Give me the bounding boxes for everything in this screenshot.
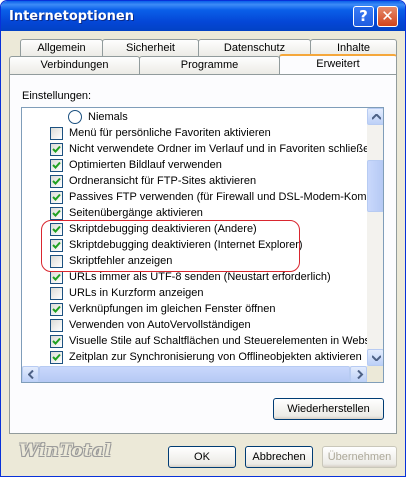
checkbox-label: URLs immer als UTF-8 senden (Neustart er…	[69, 271, 331, 283]
title-bar[interactable]: Internetoptionen ? ✕	[1, 1, 405, 31]
window-title: Internetoptionen	[9, 9, 134, 24]
scroll-down-button[interactable]	[367, 349, 383, 366]
checkbox[interactable]	[50, 223, 63, 236]
close-button[interactable]: ✕	[377, 6, 398, 27]
tab-erweitert[interactable]: Erweitert	[279, 54, 397, 74]
checkmark-icon	[52, 337, 61, 345]
checkmark-icon	[52, 161, 61, 169]
checkbox-label: Ordneransicht für FTP-Sites aktivieren	[69, 175, 257, 187]
checkbox-label: Skriptdebugging deaktivieren (Internet E…	[69, 239, 303, 251]
scroll-right-button[interactable]	[350, 366, 367, 382]
tab-verbindungen[interactable]: Verbindungen	[9, 56, 140, 74]
arrow-left-icon	[28, 370, 34, 379]
checkbox-label: Verwenden von AutoVervollständigen	[69, 319, 251, 331]
help-button[interactable]: ?	[353, 6, 374, 27]
checkbox[interactable]	[50, 303, 63, 316]
arrow-down-icon	[372, 355, 381, 361]
checkbox[interactable]	[50, 287, 63, 300]
checkbox-label: URLs in Kurzform anzeigen	[69, 287, 204, 299]
horizontal-scroll-thumb[interactable]	[39, 366, 350, 382]
vertical-scroll-thumb[interactable]	[367, 160, 383, 212]
checkbox[interactable]	[50, 239, 63, 252]
checkbox-label: Passives FTP verwenden (für Firewall und…	[69, 191, 384, 203]
checkbox-label: Seitenübergänge aktivieren	[69, 207, 203, 219]
checkmark-icon	[52, 305, 61, 313]
checkbox[interactable]	[50, 255, 63, 268]
checkmark-icon	[52, 273, 61, 281]
scroll-up-button[interactable]	[367, 108, 383, 125]
checkmark-icon	[52, 225, 61, 233]
arrow-right-icon	[357, 370, 364, 379]
checkbox-label: Zeitplan zur Synchronisierung von Offlin…	[69, 351, 362, 363]
checkbox[interactable]	[50, 335, 63, 348]
checkbox[interactable]	[50, 271, 63, 284]
checkmark-icon	[52, 177, 61, 185]
checkbox[interactable]	[50, 175, 63, 188]
tab-programme[interactable]: Programme	[139, 56, 280, 74]
vertical-scrollbar[interactable]	[367, 108, 383, 366]
checkbox[interactable]	[50, 159, 63, 172]
checkbox[interactable]	[50, 191, 63, 204]
cancel-button[interactable]: Abbrechen	[245, 446, 313, 468]
horizontal-scrollbar[interactable]	[22, 366, 367, 382]
radio-label: Niemals	[88, 111, 128, 123]
ok-button[interactable]: OK	[168, 446, 236, 468]
tab-allgemein[interactable]: Allgemein	[20, 39, 103, 56]
checkmark-icon	[52, 209, 61, 217]
checkbox-label: Menü für persönliche Favoriten aktiviere…	[69, 127, 271, 139]
internet-options-window: Internetoptionen ? ✕ Allgemein Sicherhei…	[0, 0, 406, 477]
checkmark-icon	[52, 241, 61, 249]
checkbox-label: Optimierten Bildlauf verwenden	[69, 159, 222, 171]
wintotal-watermark: WinTotal	[19, 441, 112, 461]
radio-button[interactable]	[68, 110, 82, 124]
scrollbar-corner	[367, 366, 383, 382]
scroll-left-button[interactable]	[22, 366, 39, 382]
checkbox[interactable]	[50, 351, 63, 364]
checkbox[interactable]	[50, 127, 63, 140]
tab-sicherheit[interactable]: Sicherheit	[102, 39, 199, 56]
checkbox[interactable]	[50, 207, 63, 220]
checkbox[interactable]	[50, 143, 63, 156]
restore-defaults-button[interactable]: Wiederherstellen	[273, 398, 384, 420]
checkbox[interactable]	[50, 319, 63, 332]
checkbox-label: Visuelle Stile auf Schaltflächen und Ste…	[69, 335, 384, 347]
checkmark-icon	[52, 353, 61, 361]
settings-tree[interactable]: Niemals Menü für persönliche Favoriten ak…	[21, 107, 384, 383]
checkbox-label: Verknüpfungen im gleichen Fenster öffnen	[69, 303, 276, 315]
settings-label: Einstellungen:	[22, 90, 92, 102]
checkbox-label: Skriptdebugging deaktivieren (Andere)	[69, 223, 257, 235]
checkmark-icon	[52, 193, 61, 201]
checkbox-label: Skriptfehler anzeigen	[69, 255, 173, 267]
apply-button[interactable]: Übernehmen	[322, 446, 397, 468]
arrow-up-icon	[372, 114, 381, 120]
checkmark-icon	[52, 145, 61, 153]
checkbox-label: Nicht verwendete Ordner im Verlauf und i…	[69, 143, 376, 155]
